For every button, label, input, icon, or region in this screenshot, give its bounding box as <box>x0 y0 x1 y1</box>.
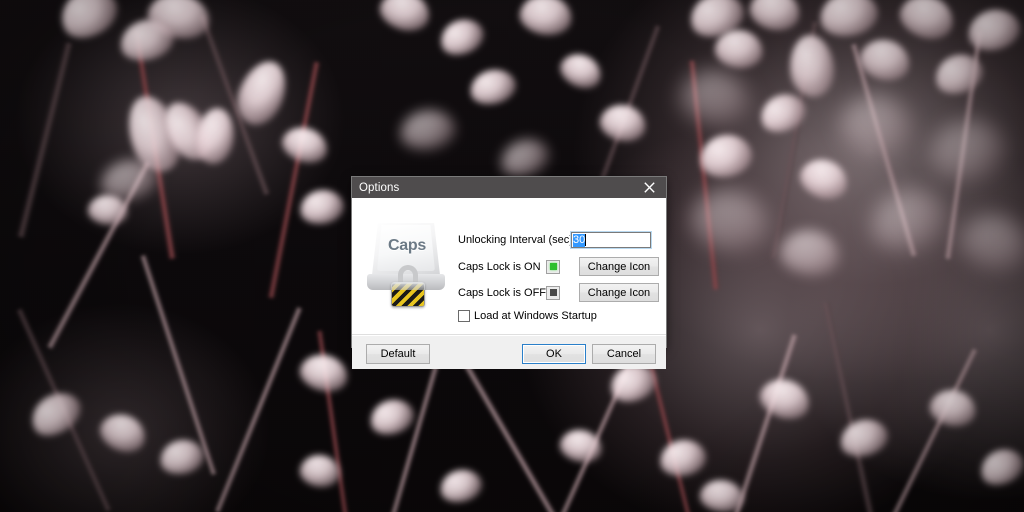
options-form: Unlocking Interval (sec) 30 Caps Lock is… <box>456 198 666 334</box>
dialog-title: Options <box>359 181 400 194</box>
change-icon-off-button[interactable]: Change Icon <box>579 283 659 302</box>
caps-lock-off-row: Caps Lock is OFF Change Icon <box>458 283 659 302</box>
options-dialog: Options Caps Unlocking Interval (sec) 30… <box>352 177 666 369</box>
gray-square-icon[interactable] <box>546 285 560 300</box>
dialog-titlebar[interactable]: Options <box>352 177 666 198</box>
ok-button[interactable]: OK <box>522 344 586 364</box>
load-at-startup-label: Load at Windows Startup <box>474 310 597 322</box>
text-caret <box>585 234 587 246</box>
load-at-startup-row[interactable]: Load at Windows Startup <box>458 310 597 322</box>
caps-lock-on-row: Caps Lock is ON Change Icon <box>458 257 659 276</box>
caps-lock-on-label: Caps Lock is ON <box>458 260 541 273</box>
desktop: Options Caps Unlocking Interval (sec) 30… <box>0 0 1024 512</box>
unlocking-interval-label: Unlocking Interval (sec) <box>458 234 573 246</box>
padlock-icon <box>391 265 425 307</box>
default-button[interactable]: Default <box>366 344 430 364</box>
load-at-startup-checkbox[interactable] <box>458 310 470 322</box>
dialog-footer: Default OK Cancel <box>352 335 666 369</box>
cancel-button[interactable]: Cancel <box>592 344 656 364</box>
caps-lock-key-padlock-icon: Caps <box>364 220 450 312</box>
close-icon[interactable] <box>632 177 666 198</box>
unlocking-interval-input[interactable]: 30 <box>570 231 652 249</box>
dialog-client-area: Caps Unlocking Interval (sec) 30 Caps Lo… <box>352 198 666 335</box>
green-square-icon[interactable] <box>546 259 560 274</box>
caps-key-label: Caps <box>388 237 426 254</box>
change-icon-on-button[interactable]: Change Icon <box>579 257 659 276</box>
unlocking-interval-value: 30 <box>573 233 586 247</box>
unlocking-interval-row: Unlocking Interval (sec) 30 <box>458 231 658 249</box>
caps-lock-off-label: Caps Lock is OFF <box>458 286 547 299</box>
